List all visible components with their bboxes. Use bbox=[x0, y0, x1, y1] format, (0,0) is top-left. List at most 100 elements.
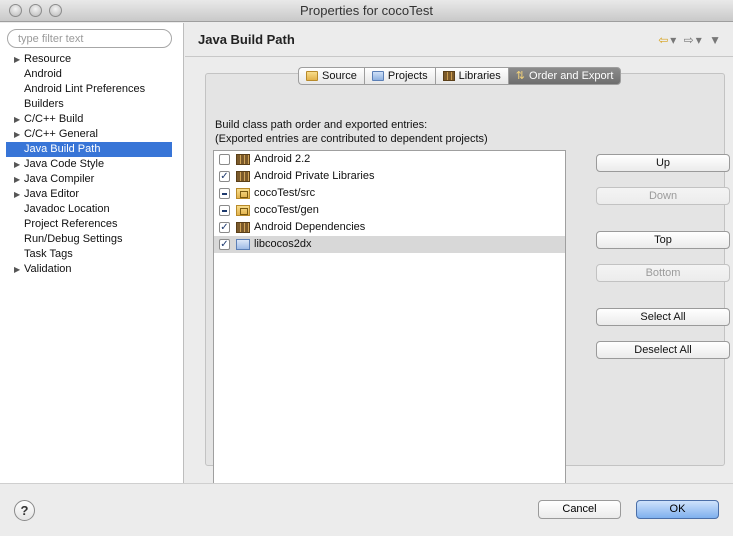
folder-icon bbox=[306, 71, 318, 81]
tree-item-label: Javadoc Location bbox=[24, 203, 110, 215]
tree-item-label: Java Compiler bbox=[24, 173, 95, 185]
tree-item-label: Run/Debug Settings bbox=[24, 233, 123, 245]
deselect-all-button[interactable]: Deselect All bbox=[596, 341, 730, 359]
window-title: Properties for cocoTest bbox=[300, 3, 433, 18]
ok-button[interactable]: OK bbox=[636, 500, 719, 519]
tab-label: Source bbox=[322, 70, 357, 82]
tab-panel: Source Projects Libraries ⇅ Order and Exp… bbox=[205, 67, 730, 485]
expand-triangle-icon[interactable]: ▶ bbox=[14, 262, 23, 277]
list-item[interactable]: ✓ Android Dependencies bbox=[214, 219, 565, 236]
property-tree: ▶ Resource Android Android Lint Preferenc… bbox=[0, 52, 184, 277]
tree-item-project-references[interactable]: Project References bbox=[0, 217, 184, 232]
tab-label: Order and Export bbox=[529, 70, 614, 82]
dialog-footer: ? Cancel OK bbox=[0, 483, 733, 536]
entry-label: libcocos2dx bbox=[254, 238, 312, 250]
project-folder-icon bbox=[236, 239, 250, 250]
tree-item-label: Resource bbox=[24, 53, 72, 65]
tree-item-javadoc-location[interactable]: Javadoc Location bbox=[0, 202, 184, 217]
library-icon bbox=[236, 171, 250, 182]
entry-label: Android Private Libraries bbox=[254, 170, 375, 182]
order-icon: ⇅ bbox=[515, 70, 526, 82]
expand-triangle-icon[interactable]: ▶ bbox=[14, 172, 23, 187]
tree-item-label: Android Lint Preferences bbox=[24, 83, 146, 95]
page-header: Java Build Path ⇦▾ ⇨▾ ▼ bbox=[185, 23, 733, 57]
project-icon bbox=[371, 71, 384, 81]
tree-item-java-editor[interactable]: ▶ Java Editor bbox=[0, 187, 184, 202]
list-item[interactable]: cocoTest/src bbox=[214, 185, 565, 202]
order-description: Build class path order and exported entr… bbox=[215, 118, 488, 146]
entry-label: cocoTest/gen bbox=[254, 204, 319, 216]
tree-item-android-lint[interactable]: Android Lint Preferences bbox=[0, 82, 184, 97]
tab-source[interactable]: Source bbox=[298, 67, 364, 85]
export-checkbox[interactable] bbox=[219, 154, 230, 165]
tree-item-label: Java Editor bbox=[24, 188, 80, 200]
tree-item-label: Android bbox=[24, 68, 62, 80]
filter-input[interactable] bbox=[7, 29, 172, 48]
expand-triangle-icon[interactable]: ▶ bbox=[14, 52, 23, 67]
tab-bar: Source Projects Libraries ⇅ Order and Exp… bbox=[298, 67, 622, 85]
cancel-button[interactable]: Cancel bbox=[538, 500, 621, 519]
forward-menu-chevron-icon[interactable]: ▾ bbox=[696, 33, 704, 47]
tree-item-java-build-path[interactable]: Java Build Path bbox=[6, 142, 172, 157]
top-button[interactable]: Top bbox=[596, 231, 730, 249]
back-arrow-icon[interactable]: ⇦ bbox=[658, 33, 670, 47]
tree-item-label: Validation bbox=[24, 263, 72, 275]
export-checkbox[interactable]: ✓ bbox=[219, 222, 230, 233]
back-menu-chevron-icon[interactable]: ▾ bbox=[670, 33, 678, 47]
tree-item-cpp-general[interactable]: ▶ C/C++ General bbox=[0, 127, 184, 142]
property-page: Java Build Path ⇦▾ ⇨▾ ▼ Source Projects … bbox=[185, 23, 733, 485]
tree-item-label: Task Tags bbox=[24, 248, 73, 260]
view-menu-chevron-icon[interactable]: ▼ bbox=[709, 33, 723, 47]
tree-item-validation[interactable]: ▶ Validation bbox=[0, 262, 184, 277]
export-checkbox[interactable]: ✓ bbox=[219, 239, 230, 250]
library-icon bbox=[236, 154, 250, 165]
close-window-button[interactable] bbox=[9, 4, 22, 17]
tree-item-java-compiler[interactable]: ▶ Java Compiler bbox=[0, 172, 184, 187]
library-icon bbox=[442, 71, 455, 81]
list-item[interactable]: ✓ Android Private Libraries bbox=[214, 168, 565, 185]
tab-projects[interactable]: Projects bbox=[363, 67, 435, 85]
list-item[interactable]: cocoTest/gen bbox=[214, 202, 565, 219]
list-item[interactable]: ✓ libcocos2dx bbox=[214, 236, 565, 253]
forward-arrow-icon[interactable]: ⇨ bbox=[684, 33, 696, 47]
tab-libraries[interactable]: Libraries bbox=[434, 67, 508, 85]
list-item[interactable]: Android 2.2 bbox=[214, 151, 565, 168]
page-title: Java Build Path bbox=[198, 32, 295, 47]
export-checkbox[interactable] bbox=[219, 188, 230, 199]
expand-triangle-icon[interactable]: ▶ bbox=[14, 187, 23, 202]
help-button[interactable]: ? bbox=[14, 500, 35, 521]
tab-label: Projects bbox=[387, 70, 428, 82]
description-line: Build class path order and exported entr… bbox=[215, 119, 428, 131]
expand-triangle-icon[interactable]: ▶ bbox=[14, 112, 23, 127]
export-checkbox[interactable]: ✓ bbox=[219, 171, 230, 182]
tree-item-label: Java Code Style bbox=[24, 158, 105, 170]
expand-triangle-icon[interactable]: ▶ bbox=[14, 127, 23, 142]
tab-label: Libraries bbox=[458, 70, 501, 82]
entry-label: cocoTest/src bbox=[254, 187, 316, 199]
zoom-window-button[interactable] bbox=[49, 4, 62, 17]
tree-item-cpp-build[interactable]: ▶ C/C++ Build bbox=[0, 112, 184, 127]
minimize-window-button[interactable] bbox=[29, 4, 42, 17]
tree-item-label: C/C++ Build bbox=[24, 113, 84, 125]
select-all-button[interactable]: Select All bbox=[596, 308, 730, 326]
down-button[interactable]: Down bbox=[596, 187, 730, 205]
tree-item-android[interactable]: Android bbox=[0, 67, 184, 82]
up-button[interactable]: Up bbox=[596, 154, 730, 172]
history-nav: ⇦▾ ⇨▾ ▼ bbox=[658, 33, 723, 47]
source-folder-icon bbox=[236, 205, 250, 216]
source-folder-icon bbox=[236, 188, 250, 199]
tree-item-run-debug[interactable]: Run/Debug Settings bbox=[0, 232, 184, 247]
classpath-entries-list[interactable]: Android 2.2 ✓ Android Private Libraries … bbox=[213, 150, 566, 485]
bottom-button[interactable]: Bottom bbox=[596, 264, 730, 282]
entry-label: Android 2.2 bbox=[254, 153, 311, 165]
description-note: (Exported entries are contributed to dep… bbox=[215, 133, 488, 145]
tab-order-and-export[interactable]: ⇅ Order and Export bbox=[507, 67, 622, 85]
tree-item-builders[interactable]: Builders bbox=[0, 97, 184, 112]
export-checkbox[interactable] bbox=[219, 205, 230, 216]
tree-item-task-tags[interactable]: Task Tags bbox=[0, 247, 184, 262]
tree-item-label: Builders bbox=[24, 98, 64, 110]
tree-item-label: Project References bbox=[24, 218, 118, 230]
tree-item-java-code-style[interactable]: ▶ Java Code Style bbox=[0, 157, 184, 172]
tree-item-resource[interactable]: ▶ Resource bbox=[0, 52, 184, 67]
expand-triangle-icon[interactable]: ▶ bbox=[14, 157, 23, 172]
